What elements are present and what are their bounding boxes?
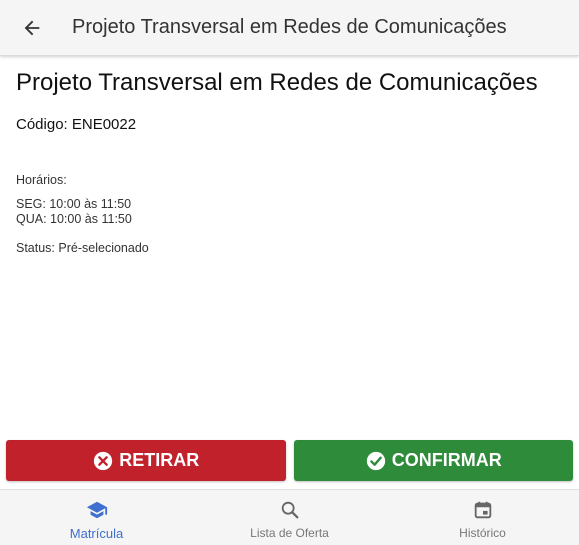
schedule-list: SEG: 10:00 às 11:50 QUA: 10:00 às 11:50 <box>16 197 563 226</box>
course-title: Projeto Transversal em Redes de Comunica… <box>16 69 538 96</box>
back-button[interactable] <box>4 0 60 56</box>
status-label: Status: <box>16 241 55 255</box>
bottom-nav: Matrícula Lista de Oferta Histórico <box>0 489 579 545</box>
nav-item-historico[interactable]: Histórico <box>386 490 579 545</box>
confirm-button-label: CONFIRMAR <box>391 450 502 470</box>
confirm-button[interactable]: CONFIRMAR <box>293 440 573 481</box>
arrow-back-icon <box>24 20 40 35</box>
course-detail: Projeto Transversal em Redes de Comunica… <box>16 68 563 256</box>
action-buttons: RETIRAR CONFIRMAR <box>6 440 573 481</box>
schedule-label: Horários: <box>16 173 67 187</box>
search-icon <box>281 501 298 519</box>
app-bar-title: Projeto Transversal em Redes de Comunica… <box>72 16 507 38</box>
nav-item-matricula[interactable]: Matrícula <box>0 490 193 545</box>
nav-label: Histórico <box>459 526 506 540</box>
course-code: Código: ENE0022 <box>16 115 563 135</box>
graduation-cap-icon <box>86 501 107 519</box>
course-code-label: Código: <box>16 116 68 133</box>
calendar-icon <box>474 501 491 519</box>
status-line: Status: Pré-selecionado <box>16 240 563 256</box>
status-value: Pré-selecionado <box>58 241 149 255</box>
nav-label: Matrícula <box>69 526 124 541</box>
check-circle-icon <box>366 451 385 470</box>
nav-item-lista-de-oferta[interactable]: Lista de Oferta <box>193 490 386 545</box>
nav-label: Lista de Oferta <box>250 526 329 540</box>
close-circle-icon <box>94 451 113 470</box>
course-code-value: ENE0022 <box>71 116 137 133</box>
remove-button[interactable]: RETIRAR <box>6 440 286 481</box>
schedule-item: QUA: 10:00 às 11:50 <box>16 211 132 226</box>
remove-button-label: RETIRAR <box>119 450 200 470</box>
app-bar: Projeto Transversal em Redes de Comunica… <box>0 0 579 56</box>
schedule-item: SEG: 10:00 às 11:50 <box>16 197 132 211</box>
